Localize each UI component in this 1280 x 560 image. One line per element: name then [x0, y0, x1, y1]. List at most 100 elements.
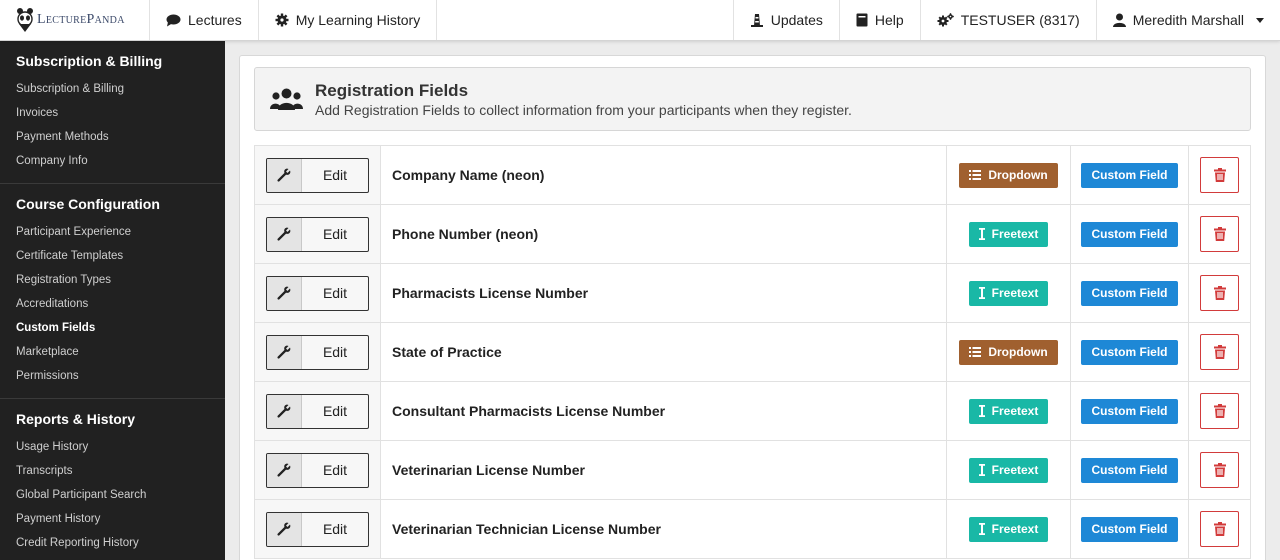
text-cursor-icon: [978, 523, 985, 535]
field-source-badge: Custom Field: [1081, 221, 1178, 247]
sidebar-item-subscription-billing[interactable]: Subscription & Billing: [16, 77, 209, 101]
field-source-badge: Custom Field: [1081, 457, 1178, 483]
delete-field-button[interactable]: [1200, 157, 1239, 193]
trash-icon: [1213, 345, 1226, 359]
table-row: Edit Consultant Pharmacists License Numbe…: [254, 381, 1251, 441]
field-type-label: Freetext: [991, 463, 1039, 477]
sidebar-item-certificate-templates[interactable]: Certificate Templates: [16, 244, 209, 268]
user-name: Meredith Marshall: [1132, 12, 1244, 28]
delete-field-button[interactable]: [1200, 393, 1239, 429]
trash-icon: [1213, 404, 1226, 418]
table-row: Edit Veterinarian License Number Freetext C…: [254, 440, 1251, 500]
users-icon: [270, 88, 303, 110]
edit-button-label: Edit: [322, 462, 348, 478]
sidebar-item-credit-reporting-history[interactable]: Credit Reporting History: [16, 531, 209, 555]
delete-field-button[interactable]: [1200, 511, 1239, 547]
field-source-badge: Custom Field: [1081, 162, 1178, 188]
sidebar-item-global-participant-search[interactable]: Global Participant Search: [16, 483, 209, 507]
nav-lectures[interactable]: Lectures: [150, 0, 259, 40]
brand-logo[interactable]: LecturePanda: [0, 0, 150, 40]
field-type-badge: Freetext: [968, 516, 1049, 542]
wrench-icon: [277, 227, 291, 241]
edit-button-label: Edit: [322, 403, 348, 419]
field-source-badge: Custom Field: [1081, 398, 1178, 424]
nav-lectures-label: Lectures: [188, 12, 242, 28]
edit-field-button[interactable]: Edit: [266, 157, 369, 193]
edit-field-button[interactable]: Edit: [266, 334, 369, 370]
sidebar-item-custom-fields[interactable]: Custom Fields: [16, 316, 209, 340]
delete-field-button[interactable]: [1200, 334, 1239, 370]
field-name: Phone Number (neon): [392, 226, 539, 242]
edit-field-button[interactable]: Edit: [266, 452, 369, 488]
sidebar-item-participant-experience[interactable]: Participant Experience: [16, 220, 209, 244]
field-type-badge: Freetext: [968, 457, 1049, 483]
field-type-badge: Freetext: [968, 221, 1049, 247]
top-navbar: LecturePanda Lectures My Learning Histor…: [0, 0, 1280, 41]
user-menu[interactable]: Meredith Marshall: [1097, 0, 1280, 40]
sidebar-section: Subscription & Billing Subscription & Bil…: [0, 41, 225, 184]
sidebar-section: Reports & History Usage History Transcript…: [0, 399, 225, 560]
edit-field-button[interactable]: Edit: [266, 393, 369, 429]
wrench-icon: [277, 404, 291, 418]
sidebar-item-invoices[interactable]: Invoices: [16, 101, 209, 125]
field-source-badge: Custom Field: [1081, 280, 1178, 306]
sidebar-item-registration-types[interactable]: Registration Types: [16, 268, 209, 292]
sidebar-item-accreditations[interactable]: Accreditations: [16, 292, 209, 316]
book-icon: [856, 13, 868, 27]
field-type-label: Dropdown: [988, 345, 1048, 359]
table-row: Edit State of Practice Dropdown Custom Fiel…: [254, 322, 1251, 382]
registration-fields-header: Registration Fields Add Registration Fie…: [254, 67, 1251, 131]
edit-button-label: Edit: [322, 521, 348, 537]
chevron-down-icon: [1256, 17, 1264, 23]
sidebar-item-payment-history[interactable]: Payment History: [16, 507, 209, 531]
nav-help[interactable]: Help: [840, 0, 921, 40]
delete-field-button[interactable]: [1200, 216, 1239, 252]
brand-name: LecturePanda: [37, 12, 125, 27]
nav-my-learning-history[interactable]: My Learning History: [259, 0, 438, 40]
sidebar-section: Course Configuration Participant Experien…: [0, 184, 225, 399]
trash-icon: [1213, 227, 1226, 241]
nav-help-label: Help: [874, 12, 904, 28]
wrench-icon: [277, 286, 291, 300]
field-name: Veterinarian License Number: [392, 462, 585, 478]
field-name: State of Practice: [392, 344, 502, 360]
sidebar-item-company-info[interactable]: Company Info: [16, 149, 209, 173]
edit-button-label: Edit: [322, 167, 348, 183]
sidebar-item-transcripts[interactable]: Transcripts: [16, 459, 209, 483]
field-type-label: Dropdown: [988, 168, 1048, 182]
edit-field-button[interactable]: Edit: [266, 511, 369, 547]
delete-field-button[interactable]: [1200, 275, 1239, 311]
edit-field-button[interactable]: Edit: [266, 275, 369, 311]
registration-fields-table: Edit Company Name (neon) Dropdown Custom Fi…: [254, 145, 1251, 559]
sidebar-item-usage-history[interactable]: Usage History: [16, 435, 209, 459]
wrench-icon: [277, 522, 291, 536]
table-row: Edit Phone Number (neon) Freetext Custom Fi…: [254, 204, 1251, 264]
sidebar-section-title: Course Configuration: [16, 196, 160, 212]
nav-updates[interactable]: Updates: [734, 0, 840, 40]
edit-field-button[interactable]: Edit: [266, 216, 369, 252]
wrench-icon: [277, 168, 291, 182]
edit-button-label: Edit: [322, 344, 348, 360]
delete-field-button[interactable]: [1200, 452, 1239, 488]
sidebar-item-payment-methods[interactable]: Payment Methods: [16, 125, 209, 149]
field-name: Pharmacists License Number: [392, 285, 589, 301]
sidebar-item-marketplace[interactable]: Marketplace: [16, 340, 209, 364]
sidebar-section-title: Reports & History: [16, 411, 136, 427]
sidebar-item-permissions[interactable]: Permissions: [16, 364, 209, 388]
text-cursor-icon: [978, 464, 985, 476]
page-title: Registration Fields: [315, 80, 469, 100]
table-row: Edit Pharmacists License Number Freetext Cu…: [254, 263, 1251, 323]
page-subtitle: Add Registration Fields to collect infor…: [315, 101, 852, 118]
cogs-icon: [937, 13, 954, 27]
field-source-badge: Custom Field: [1081, 516, 1178, 542]
field-type-badge: Freetext: [968, 280, 1049, 306]
nav-account-switcher[interactable]: TESTUSER (8317): [921, 0, 1097, 40]
gear-icon: [275, 13, 289, 27]
field-type-label: Freetext: [991, 227, 1039, 241]
edit-button-label: Edit: [322, 285, 348, 301]
field-source-badge: Custom Field: [1081, 339, 1178, 365]
field-type-label: Freetext: [991, 286, 1039, 300]
main-panel: Registration Fields Add Registration Fie…: [239, 55, 1266, 560]
nav-my-learning-history-label: My Learning History: [295, 12, 421, 28]
sidebar: Subscription & Billing Subscription & Bil…: [0, 41, 225, 560]
